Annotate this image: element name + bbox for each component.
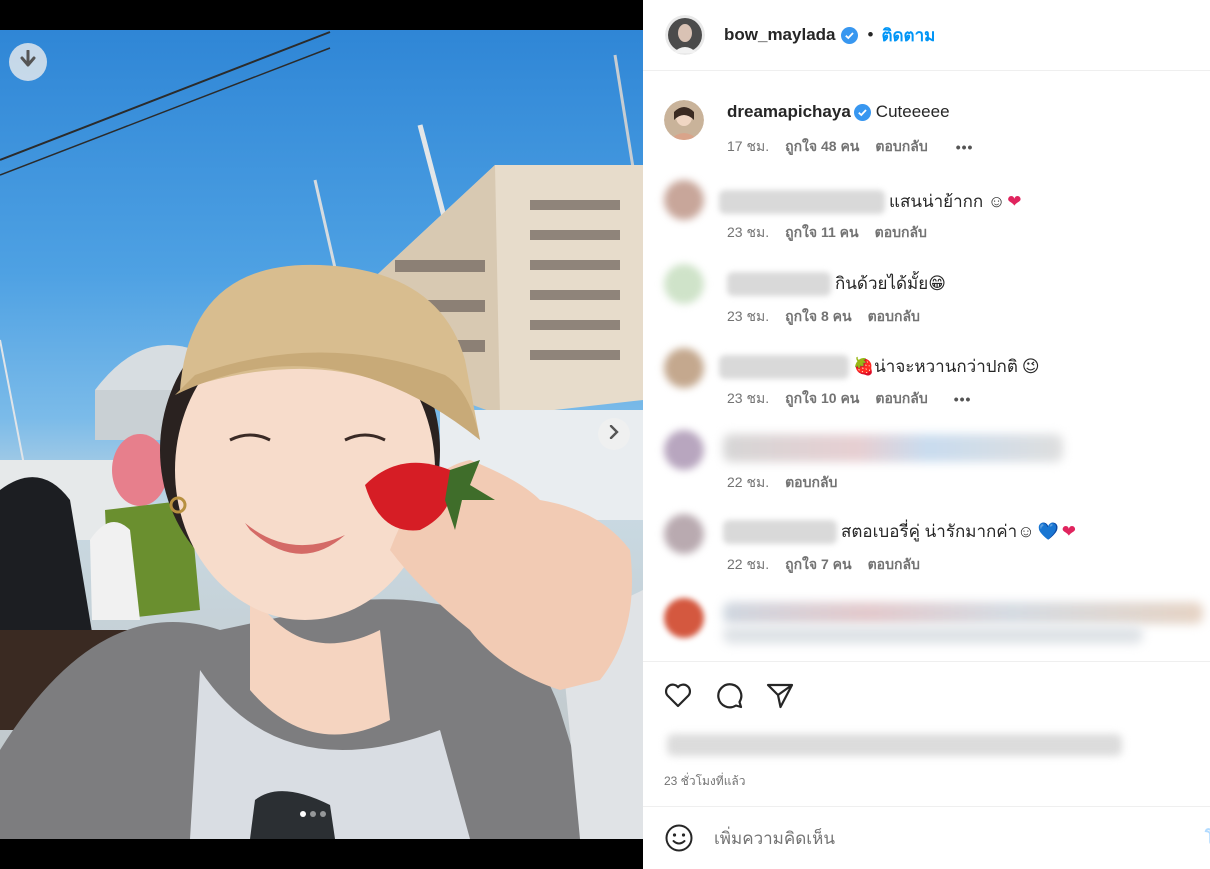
comment-meta: 22 ชม. ตอบกลับ: [727, 472, 853, 494]
commenter-avatar[interactable]: [664, 100, 704, 140]
commenter-avatar[interactable]: [664, 264, 704, 304]
commenter-avatar[interactable]: [664, 514, 704, 554]
comment-meta: 17 ชม. ถูกใจ 48 คน ตอบกลับ •••: [727, 136, 989, 158]
reply-button[interactable]: ตอบกลับ: [875, 136, 927, 158]
heart-icon[interactable]: [663, 680, 693, 710]
comment-text: สตอเบอรี่คู่ น่ารักมากค่า☺: [841, 522, 1035, 541]
comment-time: 23 ชม.: [727, 224, 770, 240]
post-comment-button[interactable]: โ: [1205, 825, 1210, 852]
comment-username-blurred[interactable]: [719, 189, 885, 214]
add-comment-bar: เพิ่มความคิดเห็น โ: [643, 806, 1210, 869]
carousel-dot-active: [300, 811, 306, 817]
smiley-icon[interactable]: [664, 823, 694, 853]
author-avatar[interactable]: [665, 15, 705, 55]
comment-time: 23 ชม.: [727, 308, 770, 324]
comment-text-line: แสนน่าย้ากก ☺ ❤: [719, 188, 1022, 215]
comment-username[interactable]: dreamapichaya: [727, 102, 851, 122]
likes-summary-blurred[interactable]: [667, 734, 1122, 756]
comment-text-line: 🍓 น่าจะหวานกว่าปกติ 😉: [719, 353, 1040, 380]
comment-text: น่าจะหวานกว่าปกติ: [874, 357, 1018, 376]
comment-text: กินด้วยได้มั้ย: [835, 274, 929, 293]
comment-likes[interactable]: ถูกใจ 48 คน: [785, 136, 859, 158]
comment-likes[interactable]: ถูกใจ 7 คน: [785, 554, 852, 576]
wink-emoji: 😉: [1021, 356, 1040, 376]
photo-illustration: [0, 31, 643, 839]
verified-badge-icon: [840, 26, 858, 44]
comment-likes[interactable]: ถูกใจ 8 คน: [785, 306, 852, 328]
heart-emoji: ❤: [1007, 191, 1022, 211]
carousel-next-button[interactable]: [598, 418, 630, 450]
post-time-ago: 23 ชั่วโมงที่แล้ว: [664, 774, 746, 788]
reply-button[interactable]: ตอบกลับ: [868, 554, 920, 576]
comment-text-line: กินด้วยได้มั้ย 😁: [727, 270, 946, 297]
post-side-panel: bow_maylada • ติดตาม dreamapichaya Cutee…: [643, 0, 1210, 869]
comment-icon[interactable]: [714, 680, 744, 710]
download-icon: [19, 49, 37, 75]
comment-time: 17 ชม.: [727, 138, 770, 154]
blue-heart-emoji: 💙: [1037, 521, 1059, 541]
follow-button[interactable]: ติดตาม: [881, 22, 935, 49]
post-header: bow_maylada • ติดตาม: [643, 0, 1210, 71]
comment-text-blurred: [723, 434, 1063, 462]
verified-badge-icon: [853, 103, 871, 121]
reply-button[interactable]: ตอบกลับ: [875, 222, 927, 244]
paper-plane-icon[interactable]: [765, 680, 795, 710]
comment-meta: 22 ชม. ถูกใจ 7 คน ตอบกลับ: [727, 554, 936, 576]
chevron-right-icon: [608, 424, 620, 444]
more-options-icon[interactable]: •••: [954, 391, 972, 407]
reply-button[interactable]: ตอบกลับ: [875, 388, 927, 410]
comment-username-blurred[interactable]: [719, 354, 849, 379]
strawberry-emoji: 🍓: [853, 356, 875, 376]
comment-text-line: สตอเบอรี่คู่ น่ารักมากค่า☺ 💙 ❤: [723, 518, 1076, 545]
download-button[interactable]: [9, 43, 47, 81]
commenter-avatar[interactable]: [664, 598, 704, 638]
comment-username-blurred[interactable]: [723, 519, 837, 544]
comment-text: Cuteeeee: [875, 102, 950, 121]
comment-time: 22 ชม.: [727, 474, 770, 490]
commenter-avatar[interactable]: [664, 180, 704, 220]
comment-text: แสนน่าย้ากก ☺: [889, 192, 1006, 211]
comments-list: dreamapichaya Cuteeeee 17 ชม. ถูกใจ 48 ค…: [643, 72, 1210, 660]
post-media: [0, 0, 643, 869]
reply-button[interactable]: ตอบกลับ: [868, 306, 920, 328]
post-actions: 23 ชั่วโมงที่แล้ว: [643, 661, 1210, 806]
comment-likes[interactable]: ถูกใจ 10 คน: [785, 388, 859, 410]
comment-likes[interactable]: ถูกใจ 11 คน: [785, 222, 859, 244]
add-comment-input[interactable]: เพิ่มความคิดเห็น: [714, 825, 835, 852]
commenter-avatar[interactable]: [664, 348, 704, 388]
commenter-avatar[interactable]: [664, 430, 704, 470]
header-separator: •: [867, 25, 874, 44]
carousel-dot: [320, 811, 326, 817]
reply-button[interactable]: ตอบกลับ: [785, 472, 837, 494]
comment-text-blurred: [723, 602, 1203, 624]
action-icons-row: [663, 680, 795, 710]
comment-meta: 23 ชม. ถูกใจ 8 คน ตอบกลับ: [727, 306, 936, 328]
heart-emoji: ❤: [1061, 521, 1076, 541]
laugh-emoji: 😁: [928, 273, 946, 293]
comment-time: 23 ชม.: [727, 390, 770, 406]
comment-username-blurred[interactable]: [727, 271, 831, 296]
more-options-icon[interactable]: •••: [956, 139, 974, 155]
post-photo: [0, 30, 643, 839]
comment-time: 22 ชม.: [727, 556, 770, 572]
author-username[interactable]: bow_maylada: [724, 25, 836, 45]
carousel-dot: [310, 811, 316, 817]
carousel-indicator: [300, 811, 326, 817]
comment-meta: 23 ชม. ถูกใจ 11 คน ตอบกลับ: [727, 222, 943, 244]
comment-meta: 23 ชม. ถูกใจ 10 คน ตอบกลับ •••: [727, 388, 987, 410]
comment-text-line: dreamapichaya Cuteeeee: [727, 102, 950, 122]
comment-text-blurred: [723, 626, 1143, 644]
